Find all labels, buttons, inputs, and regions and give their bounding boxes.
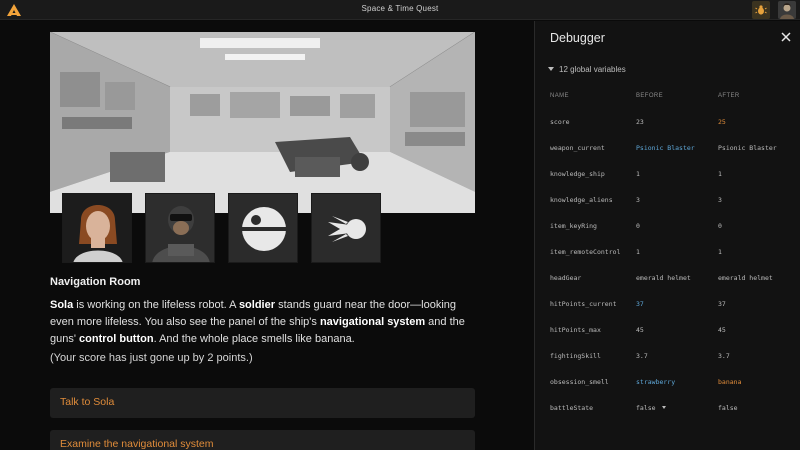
variable-after: 0 [718, 222, 722, 230]
close-icon[interactable] [779, 30, 793, 44]
variable-before: 3 [636, 196, 640, 204]
variable-before: Psionic Blaster [636, 144, 695, 152]
variable-before: 23 [636, 118, 644, 126]
variable-row: score 23 25 [535, 115, 800, 129]
chevron-down-icon [661, 406, 666, 409]
variable-before: emerald helmet [636, 274, 691, 282]
score-note: (Your score has just gone up by 2 points… [50, 352, 253, 364]
chevron-down-icon [548, 67, 554, 71]
variable-row: obsession_smell strawberry banana [535, 375, 800, 389]
variable-after: 25 [718, 118, 726, 126]
variable-name: battleState [550, 404, 594, 412]
variable-after: 1 [718, 170, 722, 178]
user-avatar-button[interactable] [778, 1, 796, 19]
variable-after: Psionic Blaster [718, 144, 777, 152]
variable-name: item_remoteControl [550, 248, 621, 256]
variable-name: hitPoints_current [550, 300, 617, 308]
debugger-toggle-button[interactable] [752, 1, 770, 19]
variable-after: 3 [718, 196, 722, 204]
variable-name: obsession_smell [550, 378, 609, 386]
variable-after: 37 [718, 300, 726, 308]
variable-after: emerald helmet [718, 274, 773, 282]
scene-illustration [50, 32, 475, 213]
variable-name: knowledge_ship [550, 170, 605, 178]
game-pane: Navigation Room Sola is working on the l… [0, 21, 534, 450]
variable-row: item_keyRing 0 0 [535, 219, 800, 233]
space-station-icon[interactable] [228, 193, 298, 263]
variable-row: battleState false false [535, 401, 800, 415]
variable-name: score [550, 118, 570, 126]
variable-row: hitPoints_current 37 37 [535, 297, 800, 311]
variable-row: knowledge_ship 1 1 [535, 167, 800, 181]
variable-row: hitPoints_max 45 45 [535, 323, 800, 337]
variable-before: 1 [636, 248, 640, 256]
variable-before: 3.7 [636, 352, 648, 360]
variable-after: banana [718, 378, 742, 386]
variable-name: hitPoints_max [550, 326, 601, 334]
variable-row: weapon_current Psionic Blaster Psionic B… [535, 141, 800, 155]
variable-before-select[interactable]: false [636, 404, 666, 412]
choice-examine-navigational-system[interactable]: Examine the navigational system [50, 430, 475, 450]
variable-after: 45 [718, 326, 726, 334]
variable-row: fightingSkill 3.7 3.7 [535, 349, 800, 363]
variable-after: false [718, 404, 738, 412]
column-header-before: BEFORE [636, 93, 664, 99]
variable-name: weapon_current [550, 144, 605, 152]
soldier-portrait[interactable] [145, 193, 215, 263]
variable-before: 0 [636, 222, 640, 230]
sola-link[interactable]: Sola [50, 299, 73, 311]
variable-name: headGear [550, 274, 582, 282]
debugger-panel: Debugger 12 global variables NAME BEFORE… [534, 21, 800, 450]
variable-after: 1 [718, 248, 722, 256]
variable-before: 1 [636, 170, 640, 178]
sola-portrait[interactable] [62, 193, 132, 263]
soldier-link[interactable]: soldier [239, 299, 275, 311]
variable-after: 3.7 [718, 352, 730, 360]
navigational-system-link[interactable]: navigational system [320, 316, 425, 328]
variable-before: strawberry [636, 378, 676, 386]
variable-name: fightingSkill [550, 352, 601, 360]
variable-row: headGear emerald helmet emerald helmet [535, 271, 800, 285]
variable-name: knowledge_aliens [550, 196, 613, 204]
control-button-link[interactable]: control button [79, 333, 154, 345]
room-title: Navigation Room [50, 276, 141, 288]
variable-row: knowledge_aliens 3 3 [535, 193, 800, 207]
column-header-name: NAME [550, 93, 569, 99]
comet-icon[interactable] [311, 193, 381, 263]
variable-name: item_keyRing [550, 222, 597, 230]
choice-talk-to-sola[interactable]: Talk to Sola [50, 388, 475, 418]
top-bar: Space & Time Quest [0, 0, 800, 20]
variable-before: 45 [636, 326, 644, 334]
variable-before: 37 [636, 300, 644, 308]
column-header-after: AFTER [718, 93, 740, 99]
story-text: Sola is working on the lifeless robot. A… [50, 299, 465, 345]
global-variables-toggle[interactable]: 12 global variables [548, 65, 626, 74]
variable-row: item_remoteControl 1 1 [535, 245, 800, 259]
bug-icon [755, 5, 767, 15]
app-title: Space & Time Quest [361, 4, 439, 13]
debugger-title: Debugger [550, 31, 605, 45]
user-avatar-icon [778, 1, 796, 19]
